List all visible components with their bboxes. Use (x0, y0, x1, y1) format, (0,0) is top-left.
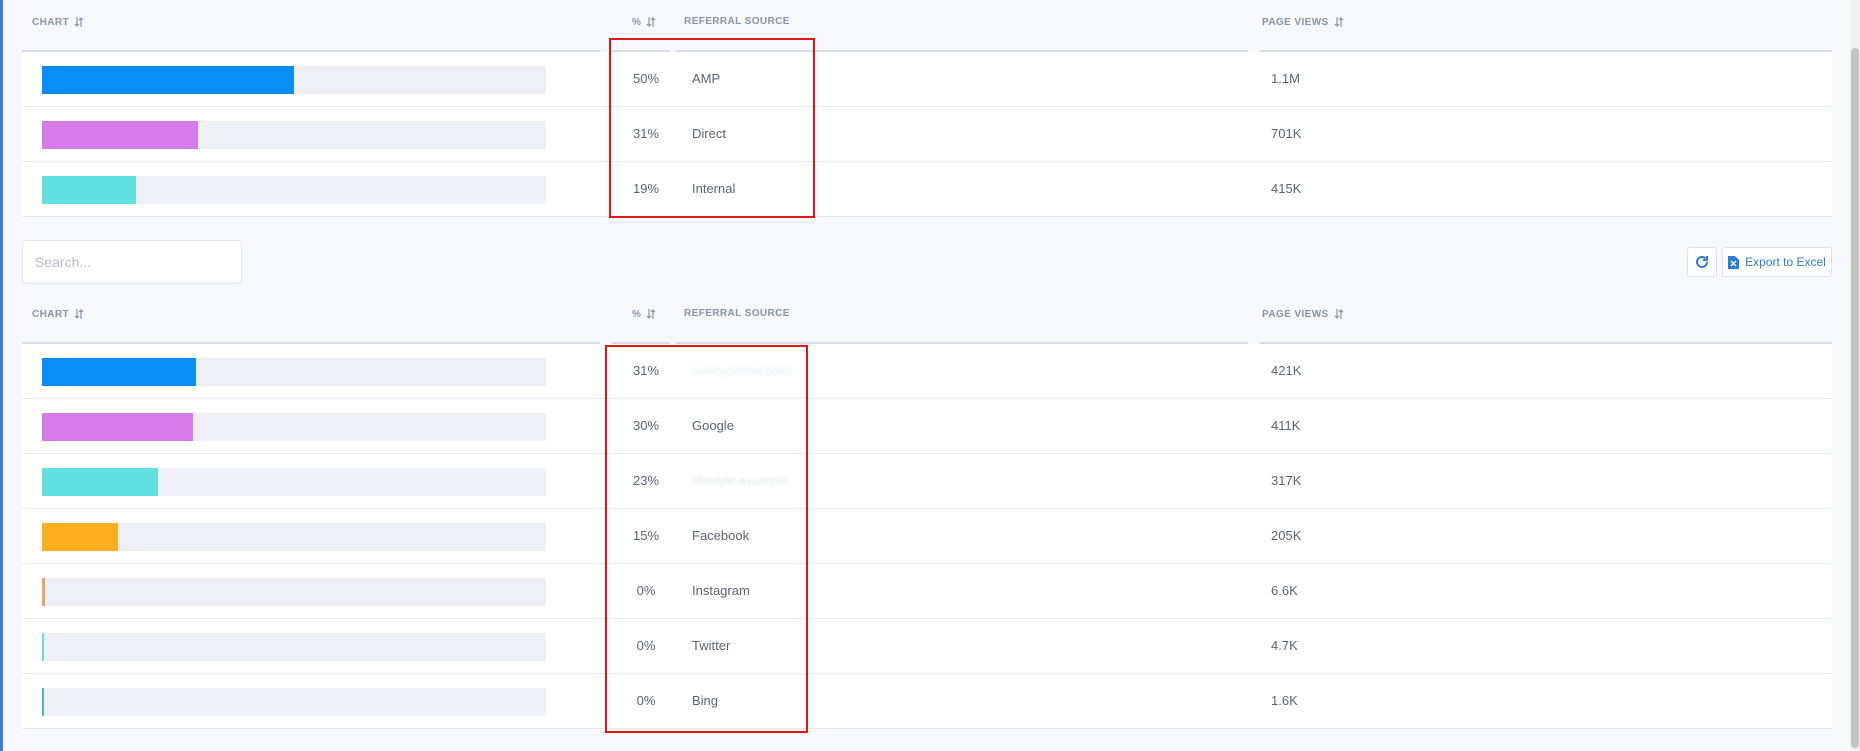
referral-source-cell: Twitter (692, 638, 731, 653)
table-body: 50% AMP 1.1M 31% Direct 701K 19% Internal 415K (22, 52, 1832, 217)
bar-fill (42, 578, 45, 606)
column-header-referral-source-label: REFERRAL SOURCE (684, 16, 790, 27)
column-header-percent[interactable]: % (632, 308, 656, 320)
column-header-referral-source: REFERRAL SOURCE (684, 308, 790, 319)
page-views-cell: 701K (1271, 126, 1302, 141)
page-views-cell: 1.1M (1271, 71, 1300, 86)
table-header: CHART % REFERRAL SOURCE PAGE VIEWS (22, 0, 1832, 52)
table-row: 23% lifestyle.example 317K (22, 454, 1832, 509)
bar-track (42, 468, 546, 496)
page-views-cell: 205K (1271, 528, 1302, 543)
bar-track (42, 523, 546, 551)
column-header-percent-label: % (632, 16, 642, 28)
excel-file-icon (1728, 255, 1740, 269)
table-row: 15% Facebook 205K (22, 509, 1832, 564)
column-header-chart[interactable]: CHART (32, 16, 84, 28)
bar-fill (42, 688, 44, 716)
percent-cell: 50% (632, 71, 660, 86)
percent-cell: 31% (632, 126, 660, 141)
bar-fill (42, 413, 193, 441)
page-views-cell: 4.7K (1271, 638, 1298, 653)
referral-source-cell: lifestyle.example (692, 473, 789, 488)
table-row: 31% sunnyconfections 421K (22, 344, 1832, 399)
referral-source-cell: Facebook (692, 528, 750, 543)
referral-table-top: CHART % REFERRAL SOURCE PAGE VIEWS 50% AM… (22, 0, 1832, 217)
export-to-excel-label: Export to Excel (1745, 255, 1826, 269)
page-views-cell: 6.6K (1271, 583, 1298, 598)
column-header-page-views[interactable]: PAGE VIEWS (1262, 308, 1344, 320)
percent-cell: 19% (632, 181, 660, 196)
bar-fill (42, 358, 196, 386)
refresh-button[interactable] (1687, 247, 1717, 277)
referral-source-cell: sunnyconfections (692, 363, 793, 378)
sort-icon[interactable] (1334, 16, 1344, 28)
table-header: CHART % REFERRAL SOURCE PAGE VIEWS (22, 292, 1832, 344)
percent-cell: 31% (632, 363, 660, 378)
sort-icon[interactable] (74, 308, 84, 320)
column-header-referral-source-label: REFERRAL SOURCE (684, 308, 790, 319)
bar-track (42, 358, 546, 386)
page: CHART % REFERRAL SOURCE PAGE VIEWS 50% AM… (0, 0, 1860, 751)
column-header-chart-label: CHART (32, 16, 69, 28)
table-row: 0% Twitter 4.7K (22, 619, 1832, 674)
table-row: 31% Direct 701K (22, 107, 1832, 162)
bar-track (42, 578, 546, 606)
bar-track (42, 176, 546, 204)
column-header-page-views[interactable]: PAGE VIEWS (1262, 16, 1344, 28)
referral-table-bottom: CHART % REFERRAL SOURCE PAGE VIEWS 31% su… (22, 292, 1832, 729)
table-row: 0% Bing 1.6K (22, 674, 1832, 729)
sort-icon[interactable] (646, 308, 656, 320)
bar-track (42, 688, 546, 716)
bar-fill (42, 121, 198, 149)
page-views-cell: 415K (1271, 181, 1302, 196)
sort-icon[interactable] (74, 16, 84, 28)
column-header-percent[interactable]: % (632, 16, 656, 28)
scrollbar-thumb[interactable] (1851, 48, 1859, 748)
referral-source-cell: Instagram (692, 583, 750, 598)
referral-source-cell: Bing (692, 693, 719, 708)
bar-track (42, 633, 546, 661)
column-header-page-views-label: PAGE VIEWS (1262, 308, 1329, 320)
percent-cell: 0% (636, 693, 656, 708)
page-views-cell: 317K (1271, 473, 1302, 488)
bar-track (42, 66, 546, 94)
sort-icon[interactable] (646, 16, 656, 28)
bar-fill (42, 633, 44, 661)
page-views-cell: 1.6K (1271, 693, 1298, 708)
column-header-percent-label: % (632, 308, 642, 320)
referral-source-cell: Google (692, 418, 734, 433)
bar-fill (42, 176, 136, 204)
search-input[interactable] (22, 240, 242, 284)
bar-track (42, 121, 546, 149)
refresh-icon (1696, 255, 1708, 268)
referral-source-cell: AMP (692, 71, 721, 86)
table-toolbar: Export to Excel (22, 240, 1832, 284)
percent-cell: 30% (632, 418, 660, 433)
page-views-cell: 421K (1271, 363, 1302, 378)
bar-fill (42, 523, 118, 551)
window-left-edge (0, 0, 3, 751)
bar-fill (42, 66, 294, 94)
column-header-chart-label: CHART (32, 308, 69, 320)
bar-fill (42, 468, 158, 496)
column-header-referral-source: REFERRAL SOURCE (684, 16, 790, 27)
percent-cell: 0% (636, 638, 656, 653)
table-row: 19% Internal 415K (22, 162, 1832, 217)
percent-cell: 23% (632, 473, 660, 488)
vertical-scrollbar[interactable] (1850, 0, 1860, 751)
referral-source-cell: Direct (692, 126, 726, 141)
percent-cell: 0% (636, 583, 656, 598)
bar-track (42, 413, 546, 441)
page-views-cell: 411K (1271, 418, 1301, 433)
sort-icon[interactable] (1334, 308, 1344, 320)
referral-source-cell: Internal (692, 181, 736, 196)
column-header-chart[interactable]: CHART (32, 308, 84, 320)
table-row: 30% Google 411K (22, 399, 1832, 454)
table-row: 50% AMP 1.1M (22, 52, 1832, 107)
export-to-excel-button[interactable]: Export to Excel (1722, 247, 1832, 277)
table-row: 0% Instagram 6.6K (22, 564, 1832, 619)
percent-cell: 15% (632, 528, 660, 543)
table-body: 31% sunnyconfections 421K 30% Google 411K 23% l… (22, 344, 1832, 729)
column-header-page-views-label: PAGE VIEWS (1262, 16, 1329, 28)
